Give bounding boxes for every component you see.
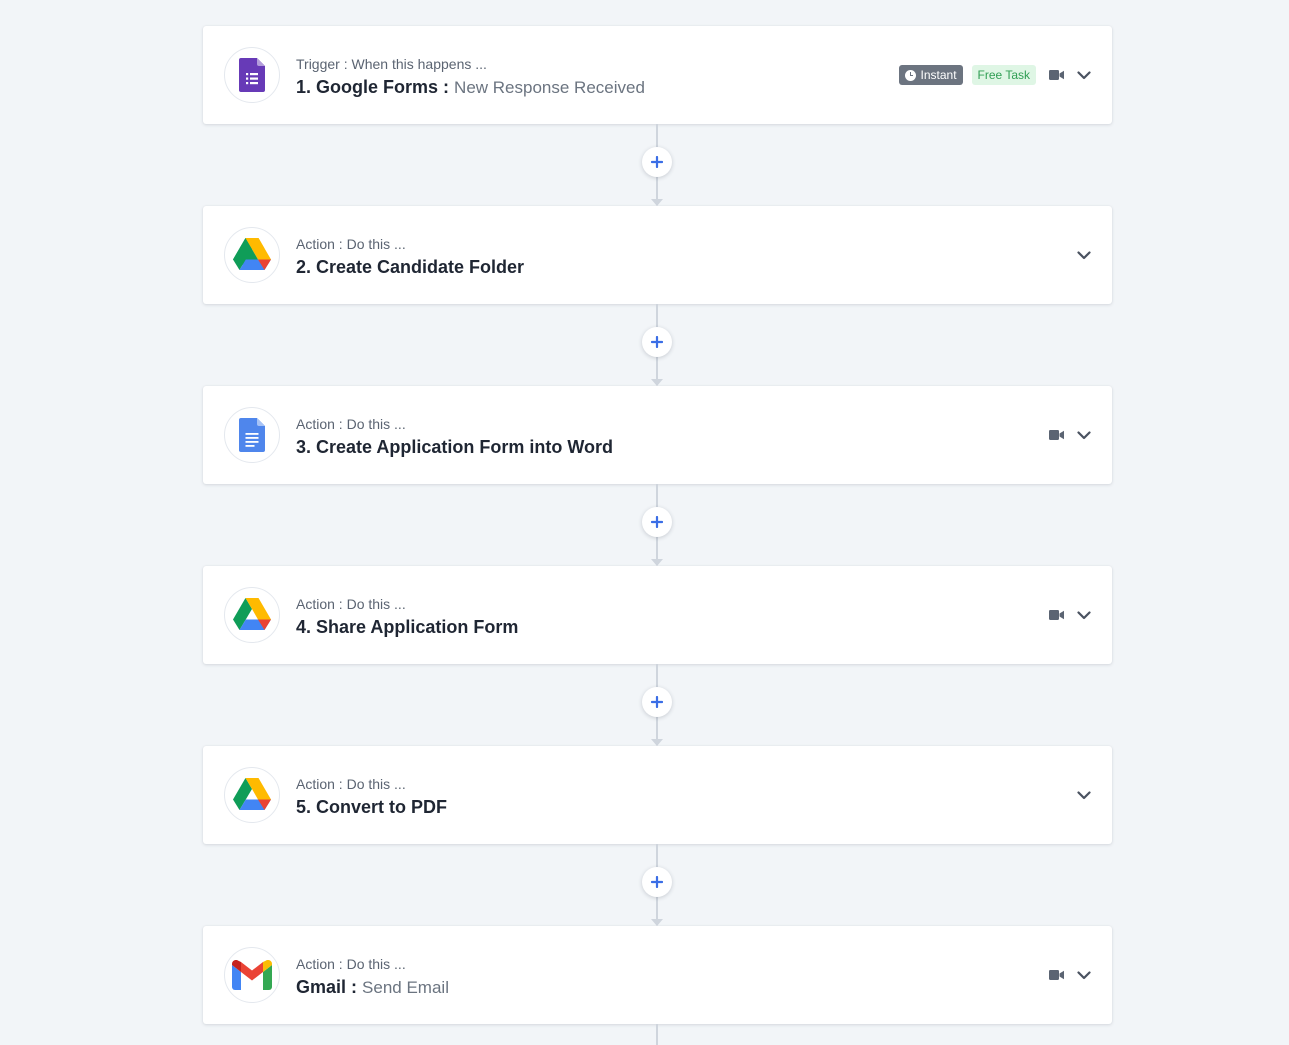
video-camera-icon [1048, 70, 1064, 80]
step-title: 3. Create Application Form into Word [296, 437, 614, 457]
add-step-button[interactable] [642, 327, 672, 357]
expand-step-button[interactable] [1076, 787, 1092, 803]
plus-icon [651, 516, 663, 528]
connector-arrow-icon [651, 919, 663, 926]
step-event-name: Send Email [362, 978, 449, 997]
instant-badge: Instant [898, 65, 963, 85]
step-kind-label: Action : Do this ... [296, 416, 406, 432]
step-event-name: New Response Received [454, 78, 645, 97]
connector-arrow-icon [651, 739, 663, 746]
expand-step-button[interactable] [1076, 67, 1092, 83]
step-connector-line [656, 1024, 658, 1045]
step-title: 4. Share Application Form [296, 617, 519, 637]
connector-arrow-icon [651, 559, 663, 566]
chevron-down-icon [1077, 430, 1091, 439]
instant-badge-label: Instant [920, 68, 957, 82]
chevron-down-icon [1077, 610, 1091, 619]
app-icon-container [224, 587, 280, 643]
plus-icon [651, 336, 663, 348]
video-tutorial-button[interactable] [1048, 607, 1064, 623]
video-camera-icon [1048, 430, 1064, 440]
google-docs-icon [239, 418, 265, 452]
chevron-down-icon [1077, 70, 1091, 79]
step-card-4[interactable]: Action : Do this ... 4. Share Applicatio… [203, 566, 1112, 664]
chevron-down-icon [1077, 250, 1091, 259]
add-step-button[interactable] [642, 867, 672, 897]
step-card-5[interactable]: Action : Do this ... 5. Convert to PDF [203, 746, 1112, 844]
step-app-name: 1. Google Forms : [296, 77, 450, 97]
clock-icon [904, 69, 916, 81]
step-title: Gmail : Send Email [296, 976, 449, 999]
expand-step-button[interactable] [1076, 247, 1092, 263]
video-tutorial-button[interactable] [1048, 67, 1064, 83]
chevron-down-icon [1077, 970, 1091, 979]
google-drive-icon [233, 598, 271, 630]
step-kind-label: Action : Do this ... [296, 236, 406, 252]
video-tutorial-button[interactable] [1048, 967, 1064, 983]
step-kind-label: Action : Do this ... [296, 956, 406, 972]
step-app-name: Gmail : [296, 977, 358, 997]
free-task-badge: Free Task [971, 65, 1036, 85]
chevron-down-icon [1077, 790, 1091, 799]
plus-icon [651, 876, 663, 888]
step-card-3[interactable]: Action : Do this ... 3. Create Applicati… [203, 386, 1112, 484]
app-icon-container [224, 947, 280, 1003]
step-kind-label: Action : Do this ... [296, 596, 406, 612]
step-card-6[interactable]: Action : Do this ... Gmail : Send Email [203, 926, 1112, 1024]
google-drive-icon [233, 238, 271, 270]
step-card-1[interactable]: Trigger : When this happens ... 1. Googl… [203, 26, 1112, 124]
step-card-2[interactable]: Action : Do this ... 2. Create Candidate… [203, 206, 1112, 304]
expand-step-button[interactable] [1076, 967, 1092, 983]
step-title: 1. Google Forms : New Response Received [296, 76, 645, 99]
step-title: 5. Convert to PDF [296, 797, 448, 817]
add-step-button[interactable] [642, 507, 672, 537]
connector-arrow-icon [651, 379, 663, 386]
app-icon-container [224, 767, 280, 823]
step-kind-label: Trigger : When this happens ... [296, 56, 487, 72]
step-title: 2. Create Candidate Folder [296, 257, 525, 277]
google-drive-icon [233, 778, 271, 810]
plus-icon [651, 696, 663, 708]
expand-step-button[interactable] [1076, 607, 1092, 623]
connector-arrow-icon [651, 199, 663, 206]
video-tutorial-button[interactable] [1048, 427, 1064, 443]
app-icon-container [224, 407, 280, 463]
app-icon-container [224, 47, 280, 103]
add-step-button[interactable] [642, 147, 672, 177]
add-step-button[interactable] [642, 687, 672, 717]
google-forms-icon [239, 58, 265, 92]
step-kind-label: Action : Do this ... [296, 776, 406, 792]
plus-icon [651, 156, 663, 168]
expand-step-button[interactable] [1076, 427, 1092, 443]
gmail-icon [232, 960, 272, 990]
video-camera-icon [1048, 610, 1064, 620]
video-camera-icon [1048, 970, 1064, 980]
app-icon-container [224, 227, 280, 283]
